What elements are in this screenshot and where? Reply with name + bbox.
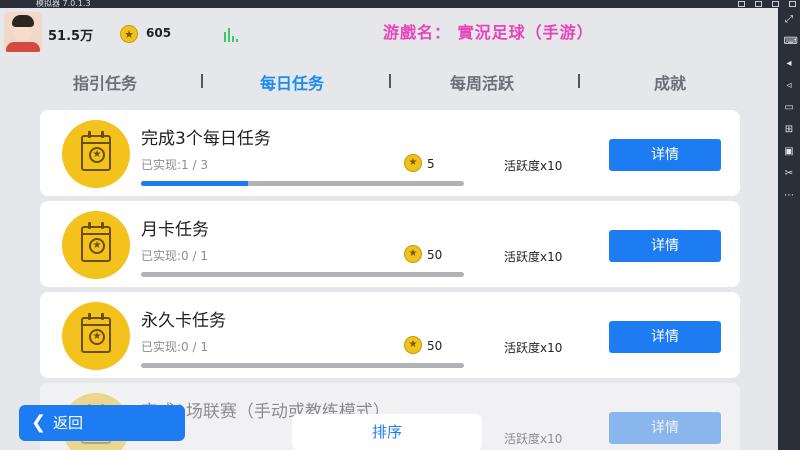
task-activity: 活跃度x10 (504, 432, 563, 446)
window-controls (738, 0, 796, 8)
more-icon[interactable]: ⋯ (784, 190, 795, 201)
tab-guide[interactable]: 指引任务 (73, 70, 137, 94)
chevron-left-icon: ❮ (31, 412, 47, 433)
task-progress-bar (141, 272, 464, 277)
emulator-sidebar: ⤢ ⌨ ◂ ◃ ▭ ⊞ ▣ ✂ ⋯ (778, 8, 800, 450)
minimize-icon[interactable] (755, 1, 762, 7)
calendar-icon: ★ (62, 120, 130, 188)
task-tabs: 指引任务 每日任务 每周活跃 成就 (38, 70, 738, 98)
tab-daily[interactable]: 每日任务 (260, 70, 324, 94)
coin-icon: ★ (120, 25, 138, 43)
task-progress-bar (141, 181, 464, 186)
menu-icon[interactable] (738, 1, 745, 7)
tab-divider (578, 74, 580, 88)
detail-button[interactable]: 详情 (609, 412, 721, 444)
detail-button[interactable]: 详情 (609, 139, 721, 171)
volume-down-icon[interactable]: ◃ (784, 80, 795, 91)
task-activity: 活跃度x10 (504, 250, 563, 264)
tab-divider (389, 74, 391, 88)
signal-icon (224, 28, 240, 42)
coin-icon: ★ (404, 336, 422, 354)
task-title: 完成3个每日任务 (141, 129, 271, 149)
coin-icon: ★ (404, 154, 422, 172)
tab-divider (201, 74, 203, 88)
task-reward: 50 (427, 248, 443, 262)
coin-count: 605 (146, 26, 172, 40)
tab-weekly[interactable]: 每周活跃 (450, 70, 514, 94)
top-bar: 51.5万 ★ 605 游戲名： 實況足球（手游） (0, 8, 778, 54)
task-card: ★ 完成3个每日任务 已实现:1 / 3 ★ 5 活跃度x10 详情 (40, 110, 740, 196)
emulator-titlebar: 模拟器 7.0.1.3 (0, 0, 800, 8)
task-progress-bar (141, 363, 464, 368)
money-amount: 51.5万 (48, 29, 94, 44)
task-progress-text: 已实现:1 / 3 (141, 158, 208, 172)
back-button[interactable]: ❮ 返回 (19, 405, 185, 441)
close-icon[interactable] (789, 1, 796, 7)
calendar-icon: ★ (62, 211, 130, 279)
task-activity: 活跃度x10 (504, 341, 563, 355)
screenshot-icon[interactable]: ▣ (784, 146, 795, 157)
coin-icon: ★ (404, 245, 422, 263)
volume-up-icon[interactable]: ◂ (784, 58, 795, 69)
task-progress-text: 已实现:0 / 1 (141, 340, 208, 354)
fullscreen-icon[interactable]: ⤢ (784, 14, 795, 25)
task-title: 永久卡任务 (141, 311, 226, 331)
task-reward: 50 (427, 339, 443, 353)
task-card: ★ 月卡任务 已实现:0 / 1 ★ 50 活跃度x10 详情 (40, 201, 740, 287)
task-progress-text: 已实现:0 / 1 (141, 249, 208, 263)
sort-button[interactable]: 排序 (292, 414, 482, 450)
maximize-icon[interactable] (772, 1, 779, 7)
game-screen: 51.5万 ★ 605 游戲名： 實況足球（手游） 指引任务 每日任务 每周活跃… (0, 8, 778, 450)
keyboard-icon[interactable]: ⌨ (784, 36, 798, 47)
task-activity: 活跃度x10 (504, 159, 563, 173)
task-title: 月卡任务 (141, 220, 209, 240)
detail-button[interactable]: 详情 (609, 321, 721, 353)
avatar[interactable] (4, 12, 42, 52)
tab-achievements[interactable]: 成就 (654, 70, 686, 94)
screen-icon[interactable]: ▭ (784, 102, 795, 113)
game-name-label: 游戲名： 實況足球（手游） (383, 23, 594, 42)
calendar-icon: ★ (62, 302, 130, 370)
task-reward: 5 (427, 157, 435, 171)
svg-text:★: ★ (124, 28, 134, 41)
back-label: 返回 (53, 414, 84, 432)
detail-button[interactable]: 详情 (609, 230, 721, 262)
task-card: ★ 永久卡任务 已实现:0 / 1 ★ 50 活跃度x10 详情 (40, 292, 740, 378)
scissors-icon[interactable]: ✂ (784, 168, 795, 179)
install-icon[interactable]: ⊞ (784, 124, 795, 135)
